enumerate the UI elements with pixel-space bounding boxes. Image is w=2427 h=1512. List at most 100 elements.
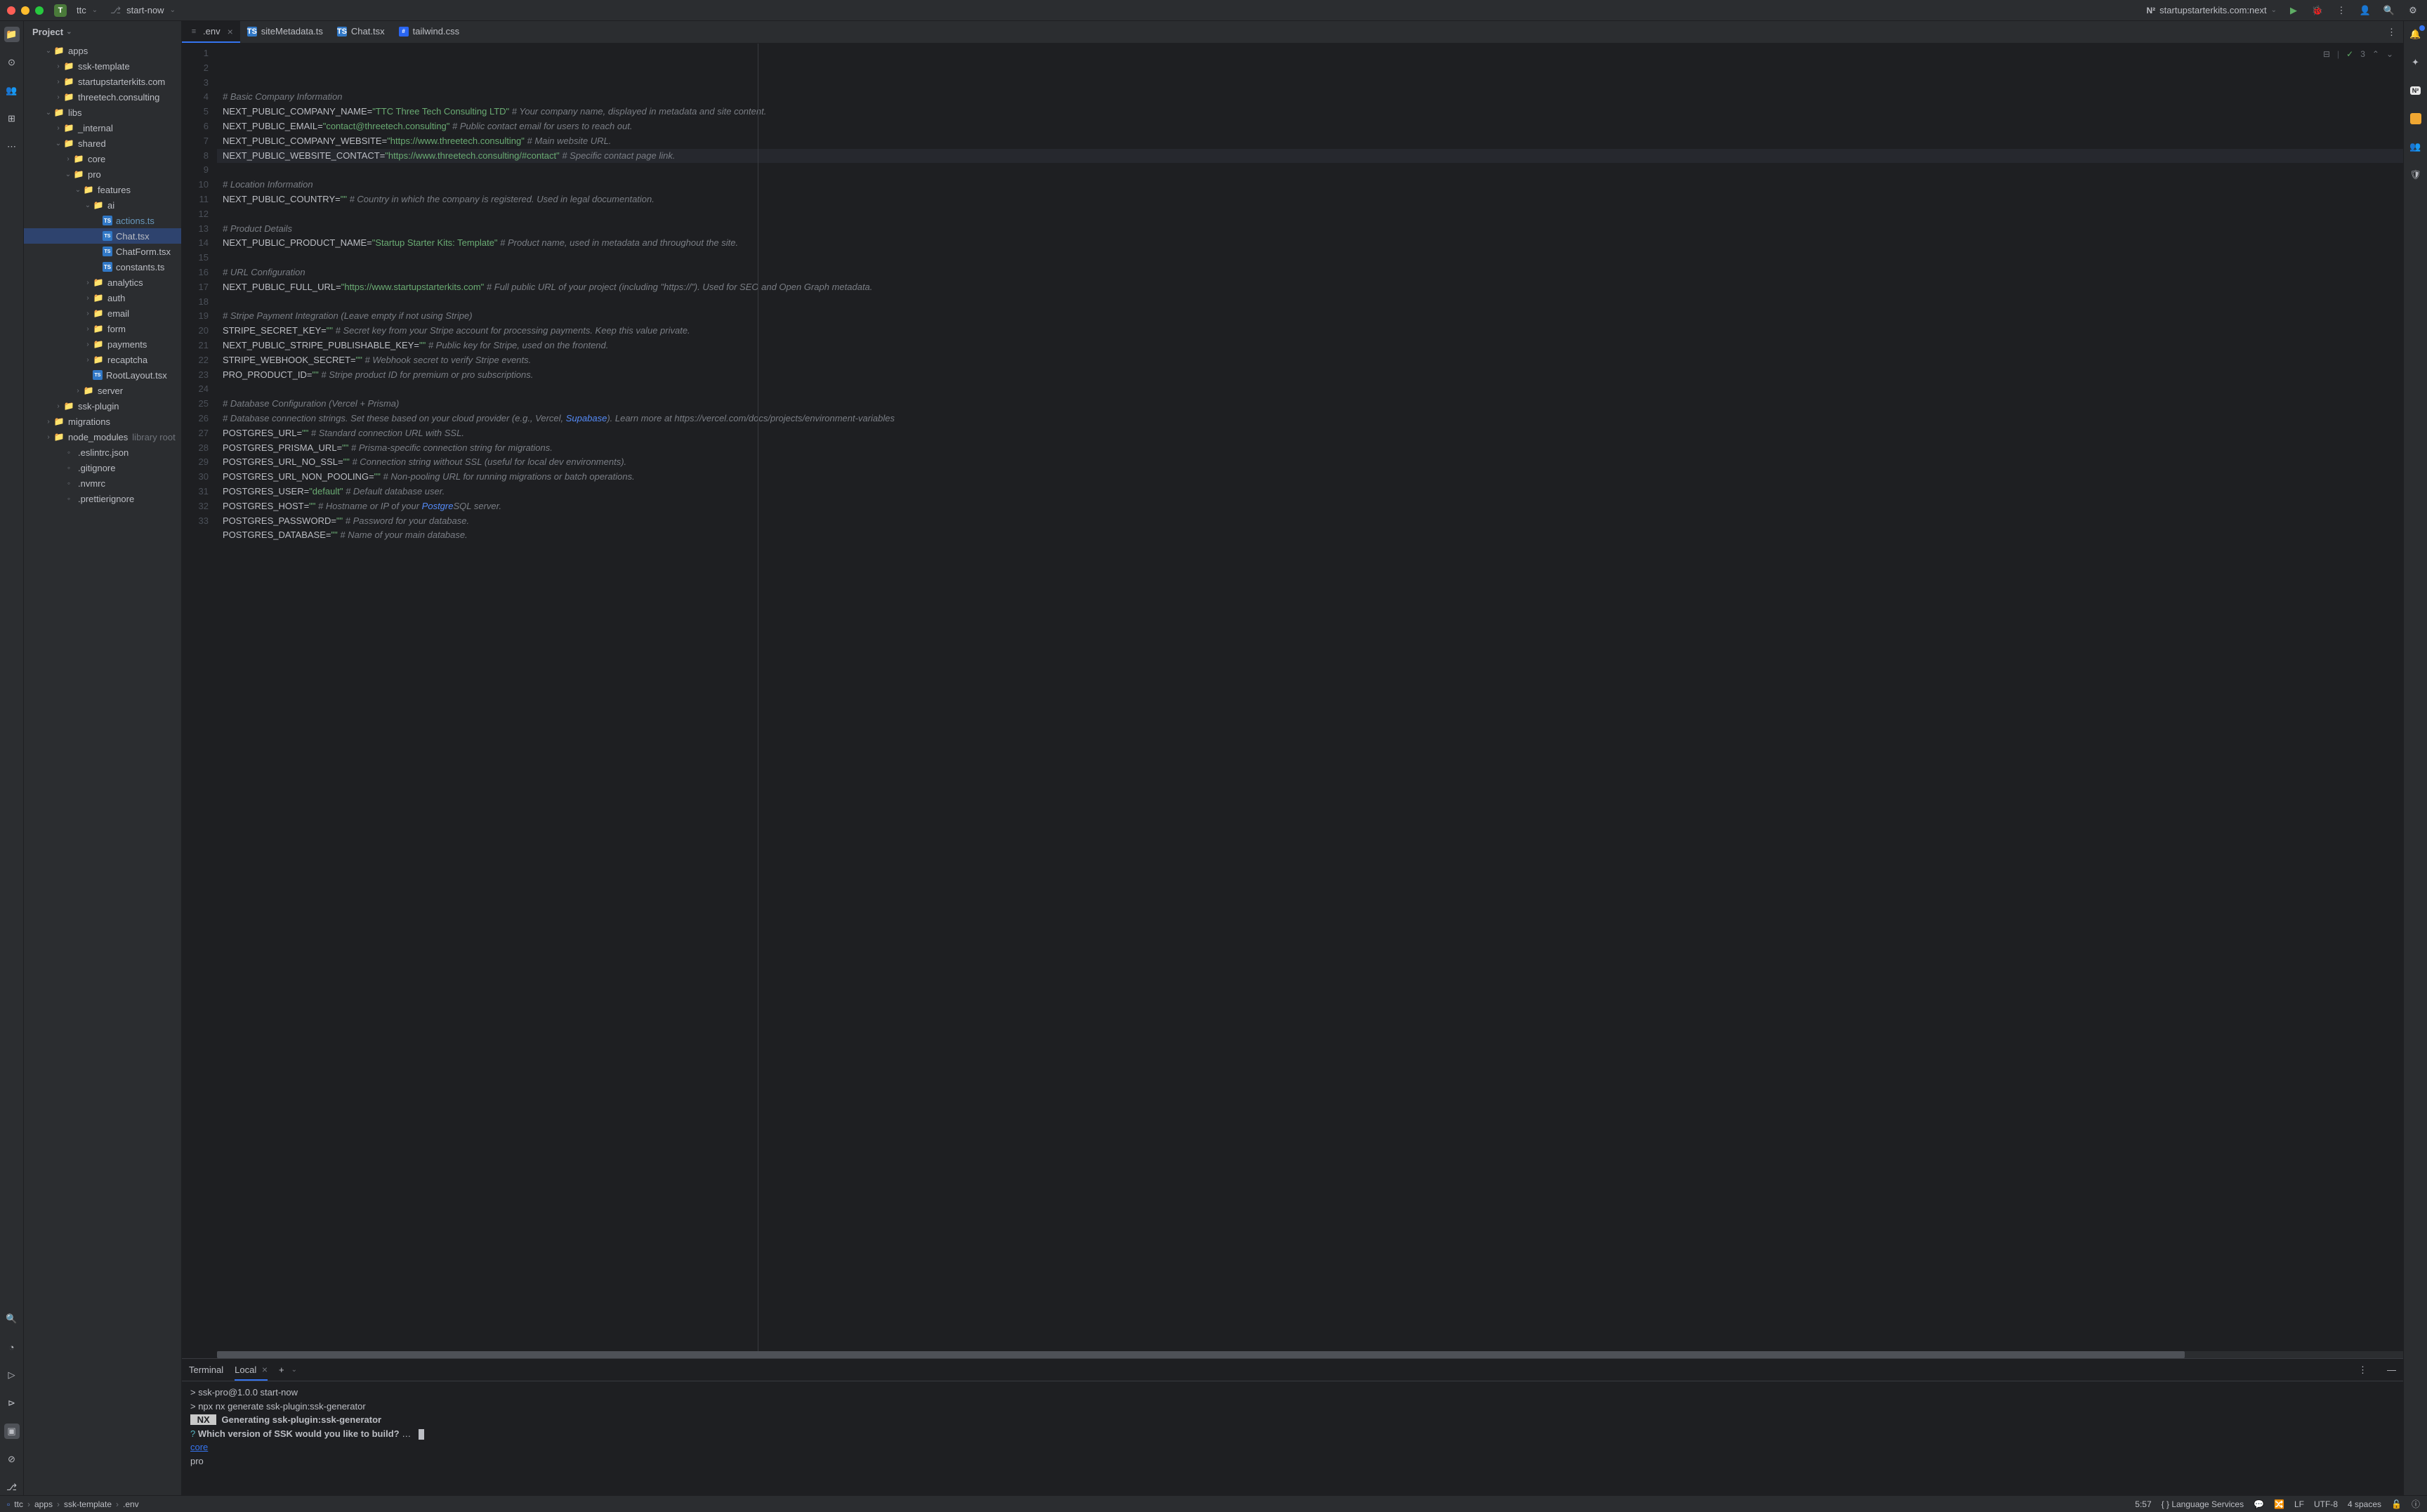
nx-tool-icon[interactable]: N² xyxy=(2408,83,2423,98)
code-line[interactable]: NEXT_PUBLIC_COMPANY_WEBSITE="https://www… xyxy=(217,134,2403,149)
code-line[interactable]: POSTGRES_URL_NON_POOLING="" # Non-poolin… xyxy=(217,470,2403,485)
code-line[interactable]: STRIPE_WEBHOOK_SECRET="" # Webhook secre… xyxy=(217,353,2403,368)
more-tool-icon[interactable]: ⋯ xyxy=(4,139,20,155)
maximize-window-button[interactable] xyxy=(35,6,44,15)
breadcrumb[interactable]: ▫ttc › apps › ssk-template › .env xyxy=(7,1499,139,1509)
terminal-tab-main[interactable]: Terminal xyxy=(189,1360,223,1379)
tab-options-button[interactable]: ⋮ xyxy=(2387,27,2396,38)
tree-item[interactable]: ◦.nvmrc xyxy=(24,475,181,491)
code-line[interactable]: STRIPE_SECRET_KEY="" # Secret key from y… xyxy=(217,324,2403,338)
code-line[interactable]: POSTGRES_URL="" # Standard connection UR… xyxy=(217,426,2403,441)
problems-tool-icon[interactable]: ⊘ xyxy=(4,1452,20,1467)
code-line[interactable]: # URL Configuration xyxy=(217,265,2403,280)
terminal-tab-local[interactable]: Local × xyxy=(235,1360,268,1381)
code-line[interactable]: NEXT_PUBLIC_FULL_URL="https://www.startu… xyxy=(217,280,2403,295)
close-icon[interactable]: × xyxy=(262,1364,268,1375)
tree-item[interactable]: TSChat.tsx xyxy=(24,228,181,244)
code-editor[interactable]: ⊟ | ✓ 3 ⌃ ⌄ 1234567891011121314151617181… xyxy=(182,44,2403,1351)
close-icon[interactable]: × xyxy=(228,26,233,37)
code-line[interactable]: POSTGRES_HOST="" # Hostname or IP of you… xyxy=(217,499,2403,514)
tree-item[interactable]: ›📁server xyxy=(24,383,181,398)
search-tool-icon[interactable]: 🔍 xyxy=(4,1311,20,1327)
file-tree[interactable]: ⌄📁apps›📁ssk-template›📁startupstarterkits… xyxy=(24,43,181,1495)
code-line[interactable]: NEXT_PUBLIC_WEBSITE_CONTACT="https://www… xyxy=(217,149,2403,164)
vcs-tool-icon[interactable]: ⎇ xyxy=(4,1480,20,1495)
code-line[interactable]: # Basic Company Information xyxy=(217,90,2403,105)
project-tool-icon[interactable]: 📁 xyxy=(4,27,20,42)
collaborators-icon[interactable]: 👥 xyxy=(2408,139,2423,155)
code-line[interactable]: NEXT_PUBLIC_COMPANY_NAME="TTC Three Tech… xyxy=(217,105,2403,119)
editor-tab[interactable]: #tailwind.css xyxy=(392,21,466,43)
tree-item[interactable]: TSactions.ts xyxy=(24,213,181,228)
indent-setting[interactable]: 4 spaces xyxy=(2348,1499,2381,1509)
code-with-me-icon[interactable]: 👤 xyxy=(2358,4,2372,18)
code-line[interactable]: NEXT_PUBLIC_PRODUCT_NAME="Startup Starte… xyxy=(217,236,2403,251)
code-line[interactable] xyxy=(217,295,2403,310)
packages-tool-icon[interactable]: ⊞ xyxy=(4,111,20,126)
run-tool-icon[interactable]: ▷ xyxy=(4,1367,20,1383)
cursor-position[interactable]: 5:57 xyxy=(2135,1499,2151,1509)
database-tool-icon[interactable] xyxy=(2408,111,2423,126)
code-line[interactable]: POSTGRES_DATABASE="" # Name of your main… xyxy=(217,528,2403,543)
tree-item[interactable]: TSconstants.ts xyxy=(24,259,181,275)
run-button[interactable]: ▶ xyxy=(2287,4,2301,18)
terminal-output[interactable]: > ssk-pro@1.0.0 start-now> npx nx genera… xyxy=(182,1381,2403,1495)
search-icon[interactable]: 🔍 xyxy=(2382,4,2396,18)
editor-tab[interactable]: ≡.env× xyxy=(182,21,240,43)
chevron-up-icon[interactable]: ⌃ xyxy=(2372,48,2379,61)
more-actions-button[interactable]: ⋮ xyxy=(2334,4,2348,18)
breadcrumb-item[interactable]: .env xyxy=(123,1499,139,1509)
code-line[interactable]: POSTGRES_PASSWORD="" # Password for your… xyxy=(217,514,2403,529)
code-line[interactable]: NEXT_PUBLIC_EMAIL="contact@threetech.con… xyxy=(217,119,2403,134)
ai-assistant-icon[interactable]: ✦ xyxy=(2408,55,2423,70)
code-line[interactable]: NEXT_PUBLIC_COUNTRY="" # Country in whic… xyxy=(217,192,2403,207)
tree-item[interactable]: ⌄📁libs xyxy=(24,105,181,120)
code-line[interactable] xyxy=(217,251,2403,265)
code-line[interactable]: # Location Information xyxy=(217,178,2403,192)
code-line[interactable] xyxy=(217,382,2403,397)
code-line[interactable]: PRO_PRODUCT_ID="" # Stripe product ID fo… xyxy=(217,368,2403,383)
breadcrumb-item[interactable]: ssk-template xyxy=(64,1499,112,1509)
terminal-options-button[interactable]: ⋮ xyxy=(2358,1365,2367,1376)
commit-tool-icon[interactable]: ⊙ xyxy=(4,55,20,70)
shield-icon[interactable]: 🛡 xyxy=(2408,167,2423,183)
tree-item[interactable]: ›📁ssk-template xyxy=(24,58,181,74)
tree-item[interactable]: ›📁migrations xyxy=(24,414,181,429)
check-icon[interactable]: ✓ xyxy=(2346,48,2353,61)
tree-item[interactable]: ›📁ssk-plugin xyxy=(24,398,181,414)
code-content[interactable]: # Basic Company InformationNEXT_PUBLIC_C… xyxy=(217,44,2403,1351)
tree-item[interactable]: ›📁threetech.consulting xyxy=(24,89,181,105)
tree-item[interactable]: ›📁payments xyxy=(24,336,181,352)
code-line[interactable]: NEXT_PUBLIC_STRIPE_PUBLISHABLE_KEY="" # … xyxy=(217,338,2403,353)
minimize-window-button[interactable] xyxy=(21,6,29,15)
terminal-tool-icon[interactable]: ▣ xyxy=(4,1424,20,1439)
code-line[interactable] xyxy=(217,163,2403,178)
code-line[interactable]: POSTGRES_PRISMA_URL="" # Prisma-specific… xyxy=(217,441,2403,456)
code-line[interactable] xyxy=(217,558,2403,572)
tree-item[interactable]: ◦.prettierignore xyxy=(24,491,181,506)
tree-item[interactable]: ›📁startupstarterkits.com xyxy=(24,74,181,89)
readonly-icon[interactable]: 🔓 xyxy=(2391,1499,2402,1509)
chevron-down-icon[interactable]: ⌄ xyxy=(2386,48,2393,61)
tree-item[interactable]: ›📁form xyxy=(24,321,181,336)
settings-icon[interactable]: ⚙ xyxy=(2406,4,2420,18)
code-line[interactable]: # Database connection strings. Set these… xyxy=(217,412,2403,426)
code-line[interactable]: POSTGRES_URL_NO_SSL="" # Connection stri… xyxy=(217,455,2403,470)
debug-tool-icon[interactable]: ⊳ xyxy=(4,1395,20,1411)
debug-button[interactable]: 🐞 xyxy=(2310,4,2324,18)
info-icon[interactable]: ⓘ xyxy=(2412,1498,2420,1510)
tree-item[interactable]: ›📁recaptcha xyxy=(24,352,181,367)
tree-item[interactable]: ›📁node_moduleslibrary root xyxy=(24,429,181,445)
branch-name[interactable]: start-now xyxy=(126,5,164,15)
editor-tab[interactable]: TSChat.tsx xyxy=(330,21,392,43)
sidebar-header[interactable]: Project ⌄ xyxy=(24,21,181,43)
tree-item[interactable]: ⌄📁pro xyxy=(24,166,181,182)
tree-item[interactable]: ◦.eslintrc.json xyxy=(24,445,181,460)
minimize-icon[interactable]: ⊟ xyxy=(2323,48,2330,61)
tree-item[interactable]: TSChatForm.tsx xyxy=(24,244,181,259)
tree-item[interactable]: ⌄📁apps xyxy=(24,43,181,58)
line-ending[interactable]: LF xyxy=(2294,1499,2304,1509)
horizontal-scrollbar[interactable] xyxy=(217,1351,2403,1358)
code-line[interactable] xyxy=(217,207,2403,222)
language-services[interactable]: { } Language Services xyxy=(2162,1499,2244,1509)
